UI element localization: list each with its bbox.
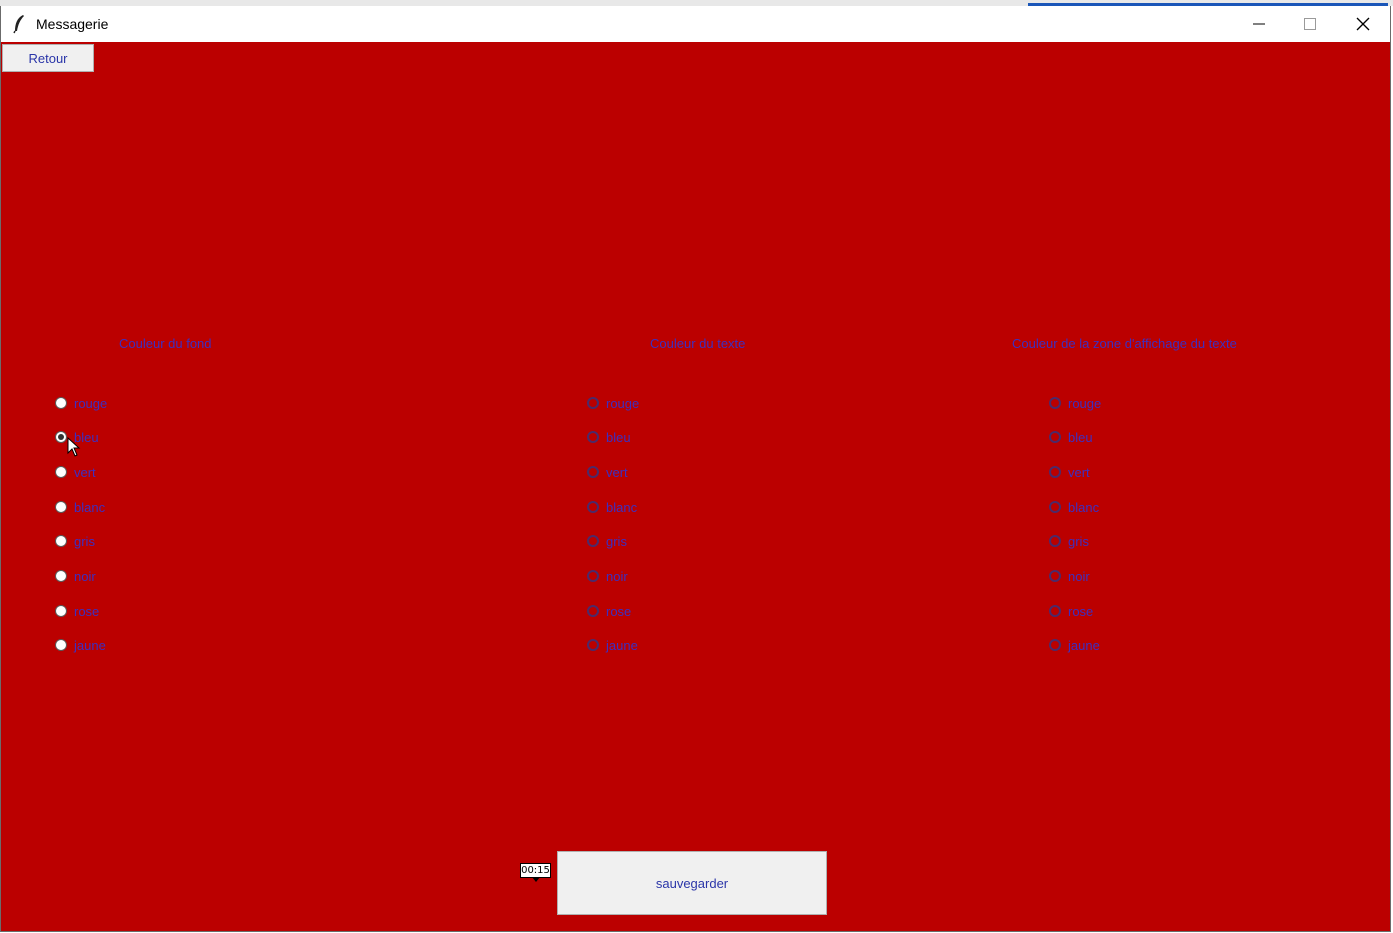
radio-label: gris: [1068, 533, 1089, 549]
maximize-button[interactable]: [1284, 6, 1336, 42]
radio-text-jaune[interactable]: jaune: [587, 636, 638, 654]
radio-button[interactable]: [1049, 466, 1061, 478]
radio-button[interactable]: [55, 639, 67, 651]
radio-button[interactable]: [1049, 639, 1061, 651]
close-button[interactable]: [1337, 6, 1389, 42]
radio-label: jaune: [606, 637, 638, 653]
radio-button[interactable]: [55, 466, 67, 478]
radio-button[interactable]: [1049, 501, 1061, 513]
radio-background-rose[interactable]: rose: [55, 602, 99, 620]
section-title-text: Couleur du texte: [650, 336, 746, 351]
radio-label: rose: [1068, 603, 1094, 619]
radio-text-blanc[interactable]: blanc: [587, 498, 637, 516]
radio-button[interactable]: [55, 431, 67, 443]
save-button[interactable]: sauvegarder: [557, 851, 827, 915]
radio-button[interactable]: [1049, 535, 1061, 547]
timer-badge: 00:15: [520, 863, 551, 878]
radio-label: rose: [606, 603, 632, 619]
radio-label: vert: [1068, 464, 1090, 480]
radio-text-rose[interactable]: rose: [587, 602, 631, 620]
radio-button[interactable]: [55, 535, 67, 547]
radio-button[interactable]: [587, 431, 599, 443]
radio-label: rouge: [1068, 395, 1102, 411]
radio-label: gris: [74, 533, 95, 549]
close-icon: [1356, 17, 1370, 31]
window-title: Messagerie: [36, 16, 109, 32]
radio-label: vert: [606, 464, 628, 480]
radio-label: jaune: [1068, 637, 1100, 653]
radio-button[interactable]: [1049, 605, 1061, 617]
radio-label: blanc: [74, 499, 106, 515]
radio-text-bleu[interactable]: bleu: [587, 428, 631, 446]
radio-button[interactable]: [55, 397, 67, 409]
radio-label: noir: [74, 568, 96, 584]
radio-display-gris[interactable]: gris: [1049, 532, 1089, 550]
radio-button[interactable]: [587, 466, 599, 478]
radio-background-gris[interactable]: gris: [55, 532, 95, 550]
radio-background-noir[interactable]: noir: [55, 567, 96, 585]
section-title-background: Couleur du fond: [119, 336, 212, 351]
mouse-cursor-icon: [67, 437, 81, 457]
radio-display-noir[interactable]: noir: [1049, 567, 1090, 585]
radio-background-vert[interactable]: vert: [55, 463, 96, 481]
maximize-icon: [1304, 18, 1316, 30]
radio-label: noir: [1068, 568, 1090, 584]
settings-panel: Retour Couleur du fond rouge bleu vert b…: [1, 42, 1390, 931]
radio-button[interactable]: [587, 570, 599, 582]
radio-text-vert[interactable]: vert: [587, 463, 628, 481]
radio-label: bleu: [1068, 429, 1093, 445]
radio-background-blanc[interactable]: blanc: [55, 498, 105, 516]
radio-label: rose: [74, 603, 100, 619]
radio-display-rouge[interactable]: rouge: [1049, 394, 1101, 412]
minimize-icon: [1253, 23, 1265, 25]
radio-button[interactable]: [55, 605, 67, 617]
radio-background-rouge[interactable]: rouge: [55, 394, 107, 412]
app-window: Messagerie Retour Couleur du fond rouge …: [0, 6, 1391, 932]
radio-label: bleu: [606, 429, 631, 445]
radio-button[interactable]: [1049, 570, 1061, 582]
title-bar: Messagerie: [1, 6, 1390, 42]
radio-label: blanc: [606, 499, 638, 515]
radio-text-noir[interactable]: noir: [587, 567, 628, 585]
radio-button[interactable]: [587, 605, 599, 617]
radio-label: vert: [74, 464, 96, 480]
section-title-display-area: Couleur de la zone d'affichage du texte: [1012, 336, 1237, 351]
radio-text-rouge[interactable]: rouge: [587, 394, 639, 412]
feather-icon: [13, 15, 24, 34]
radio-button[interactable]: [1049, 431, 1061, 443]
radio-label: jaune: [74, 637, 106, 653]
radio-background-jaune[interactable]: jaune: [55, 636, 106, 654]
radio-text-gris[interactable]: gris: [587, 532, 627, 550]
radio-display-vert[interactable]: vert: [1049, 463, 1090, 481]
radio-button[interactable]: [55, 501, 67, 513]
radio-button[interactable]: [55, 570, 67, 582]
radio-display-blanc[interactable]: blanc: [1049, 498, 1099, 516]
radio-label: rouge: [74, 395, 108, 411]
radio-button[interactable]: [587, 535, 599, 547]
radio-button[interactable]: [1049, 397, 1061, 409]
back-button[interactable]: Retour: [2, 44, 94, 72]
minimize-button[interactable]: [1233, 6, 1285, 42]
radio-label: rouge: [606, 395, 640, 411]
radio-display-jaune[interactable]: jaune: [1049, 636, 1100, 654]
radio-button[interactable]: [587, 639, 599, 651]
timer-badge-pointer: [532, 877, 540, 882]
radio-display-rose[interactable]: rose: [1049, 602, 1093, 620]
radio-label: blanc: [1068, 499, 1100, 515]
radio-display-bleu[interactable]: bleu: [1049, 428, 1093, 446]
radio-button[interactable]: [587, 501, 599, 513]
radio-button[interactable]: [587, 397, 599, 409]
radio-label: noir: [606, 568, 628, 584]
radio-label: gris: [606, 533, 627, 549]
